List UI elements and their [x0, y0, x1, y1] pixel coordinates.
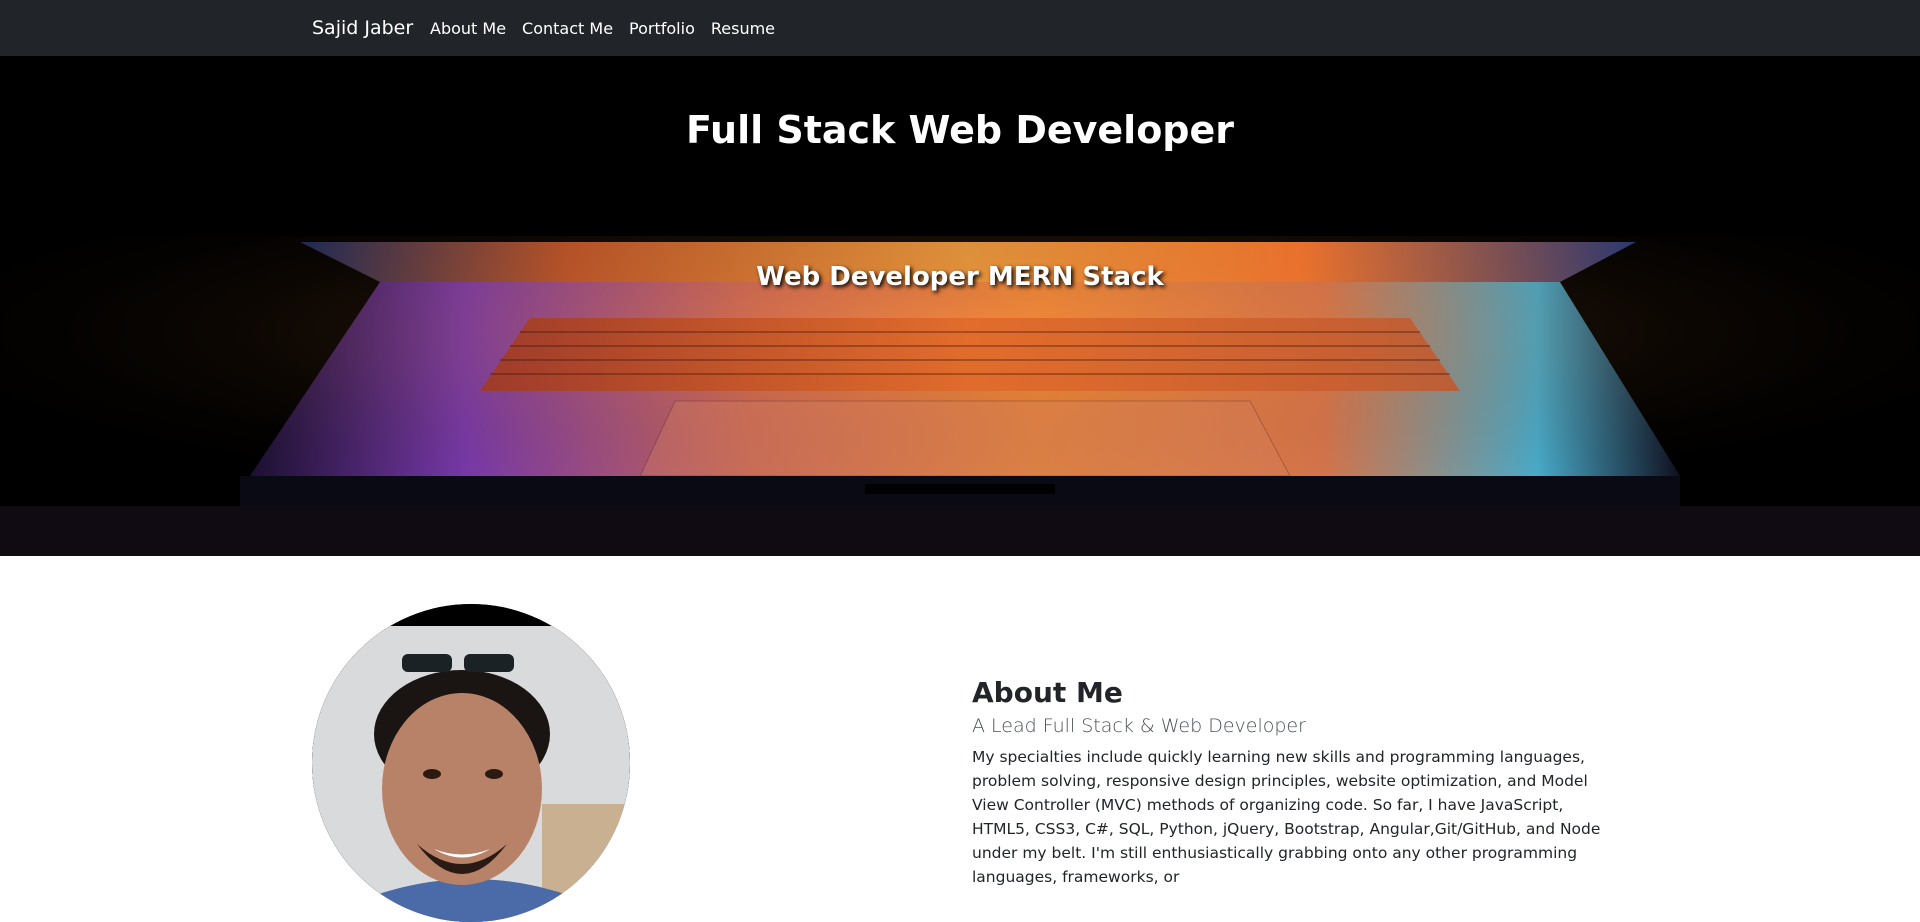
- navbar: Sajid Jaber About Me Contact Me Portfoli…: [0, 0, 1920, 56]
- nav-link-contact-me[interactable]: Contact Me: [522, 19, 613, 38]
- navbar-brand[interactable]: Sajid Jaber: [312, 0, 413, 56]
- nav-link-portfolio[interactable]: Portfolio: [629, 19, 695, 38]
- profile-photo-image: [312, 604, 630, 922]
- nav-link-about-me[interactable]: About Me: [430, 19, 506, 38]
- nav-link-resume[interactable]: Resume: [711, 19, 775, 38]
- nav-links: About Me Contact Me Portfolio Resume: [430, 0, 775, 56]
- about-body: My specialties include quickly learning …: [972, 748, 1601, 886]
- about-section: About Me A Lead Full Stack & Web Develop…: [972, 676, 1602, 889]
- hero-subtitle: Web Developer MERN Stack: [756, 262, 1164, 292]
- hero-title: Full Stack Web Developer: [685, 108, 1235, 152]
- profile-photo: [312, 604, 630, 922]
- about-lead: A Lead Full Stack & Web Developer: [972, 715, 1306, 737]
- about-heading: About Me: [972, 676, 1123, 709]
- hero-banner: Full Stack Web Developer Web Developer M…: [0, 56, 1920, 556]
